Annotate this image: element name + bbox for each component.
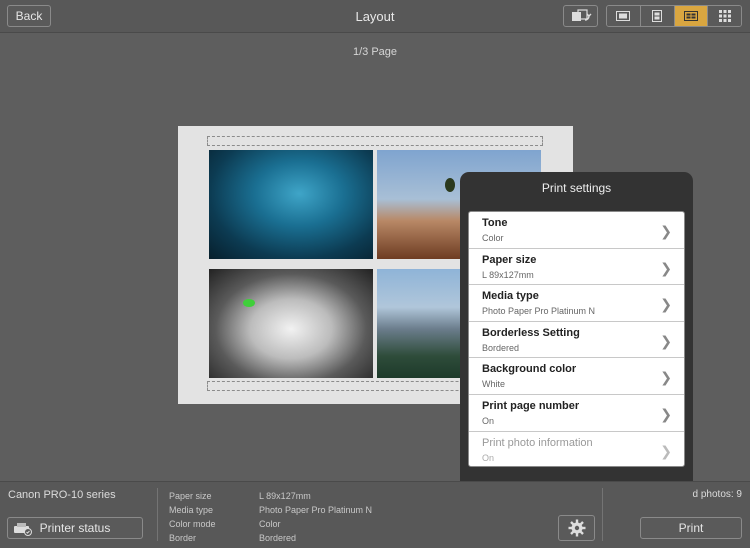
chevron-right-icon: ❯ [660,332,672,349]
setting-print-photo-information: Print photo information On ❯ [469,432,684,466]
print-info-values: L 89x127mm Photo Paper Pro Platinum N Co… [259,489,372,545]
grid-4-layout-icon [683,11,698,21]
info-label: Paper size [169,491,212,501]
rider-shape [445,178,455,192]
print-button[interactable]: Print [640,517,742,539]
vertical-layout-icon [652,10,663,22]
photos-count: d photos: 9 [692,489,742,500]
setting-value: Bordered [482,342,520,353]
grid-9-layout-icon [718,10,731,22]
setting-value: L 89x127mm [482,269,534,280]
header-area[interactable] [207,136,543,146]
layout-grid-9-button[interactable] [708,6,741,26]
chevron-right-icon: ❯ [660,369,672,386]
kayak-shape [243,299,255,307]
photo-ice-cave[interactable] [209,150,373,259]
printer-status-button[interactable]: Printer status [7,517,143,539]
layout-grid-4-button[interactable] [674,6,709,26]
setting-value: On [482,415,495,426]
page-indicator: 1/3 Page [352,46,398,58]
setting-borderless[interactable]: Borderless Setting Bordered ❯ [469,322,684,359]
swap-photos-button[interactable] [563,5,598,27]
setting-print-page-number[interactable]: Print page number On ❯ [469,395,684,432]
chevron-right-icon: ❯ [660,296,672,313]
chevron-right-icon: ❯ [660,223,672,239]
setting-value: On [482,452,495,463]
info-value: Photo Paper Pro Platinum N [259,505,373,515]
footer-divider [602,488,603,541]
info-label: Border [169,533,197,543]
printer-status-label: Printer status [39,521,111,535]
setting-label: Borderless Setting [482,326,580,339]
layout-single-button[interactable] [607,6,641,26]
setting-value: White [482,379,506,390]
info-value: Bordered [259,533,297,543]
settings-list: Tone Color ❯ Paper size L 89x127mm ❯ Med… [468,211,685,467]
info-value: L 89x127mm [259,491,311,501]
setting-label: Print photo information [482,436,593,449]
setting-background-color[interactable]: Background color White ❯ [469,358,684,395]
info-label: Color mode [169,519,216,529]
info-value: Color [259,519,281,529]
printer-icon [14,523,32,536]
setting-label: Background color [482,363,577,376]
layout-mode-selector [606,5,742,27]
chevron-right-icon: ❯ [660,442,672,459]
setting-value: Photo Paper Pro Platinum N [482,306,596,317]
print-info-labels: Paper size Media type Color mode Border [169,489,216,545]
print-settings-button[interactable] [558,515,595,541]
setting-label: Tone [482,217,508,229]
swap-icon [571,9,591,21]
layout-vertical-button[interactable] [640,6,675,26]
gear-icon [568,519,585,537]
popover-title: Print settings [541,181,612,195]
footer-divider [157,488,158,541]
setting-label: Print page number [482,399,580,412]
setting-media-type[interactable]: Media type Photo Paper Pro Platinum N ❯ [469,285,684,322]
print-settings-popover: Print settings Tone Color ❯ Paper size L… [460,172,693,507]
setting-label: Paper size [482,253,537,266]
setting-tone[interactable]: Tone Color ❯ [469,212,684,249]
setting-paper-size[interactable]: Paper size L 89x127mm ❯ [469,249,684,286]
chevron-right-icon: ❯ [660,259,672,276]
photo-waterfall-kayak[interactable] [209,269,373,378]
chevron-right-icon: ❯ [660,405,672,422]
printer-name: Canon PRO-10 series [8,489,116,501]
single-layout-icon [616,11,631,21]
info-label: Media type [169,505,214,515]
setting-value: Color [482,233,504,243]
setting-label: Media type [482,290,539,303]
